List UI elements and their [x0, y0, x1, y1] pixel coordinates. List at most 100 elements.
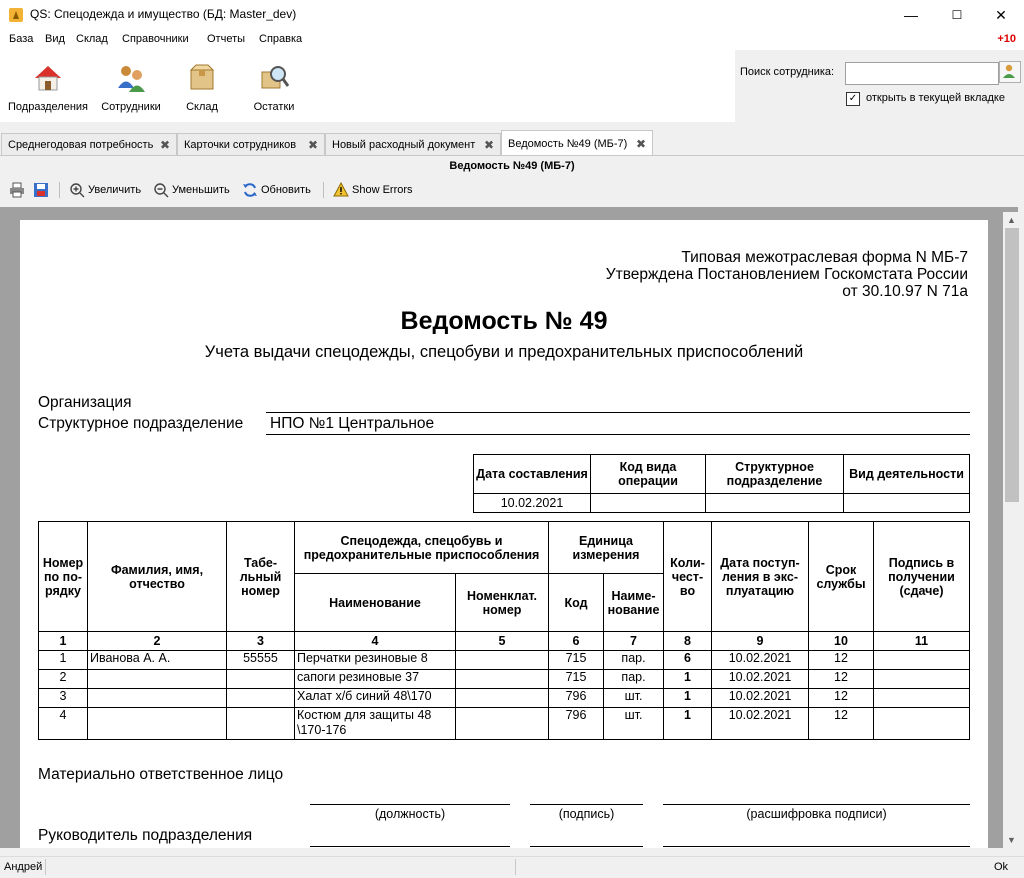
position-caption: (должность): [374, 807, 446, 821]
close-tab-icon[interactable]: ✖: [636, 131, 646, 157]
decode-line: [663, 846, 970, 847]
export-button[interactable]: [33, 181, 52, 199]
info-header-op-code: Код вида операции: [590, 454, 706, 494]
toolbar-separator: [323, 182, 324, 198]
toolbar-stock-label: Остатки: [253, 101, 295, 113]
column-numbers-row: 1 2 3 4 5 6 7 8 9 10 11: [38, 631, 970, 651]
report-viewport[interactable]: Типовая межотраслевая форма N МБ-7 Утвер…: [0, 207, 1018, 848]
cell-tab: [226, 707, 295, 740]
col-number: 11: [873, 631, 970, 651]
col-header-sign: Подпись в получении (сдаче): [873, 521, 970, 632]
open-in-current-tab-checkbox[interactable]: ✓: [846, 92, 860, 106]
table-row: 4 Костюм для защиты 48 \170-176 796 шт. …: [38, 707, 970, 740]
cell-unit: шт.: [603, 707, 664, 740]
toolbar-employees-button[interactable]: Сотрудники: [96, 50, 166, 122]
dept-head-label: Руководитель подразделения: [38, 827, 253, 844]
col-header-nomen: Номенклат. номер: [455, 573, 549, 632]
box-icon: [189, 64, 215, 90]
info-value-activity: [843, 493, 970, 513]
scroll-up-icon[interactable]: ▲: [1007, 215, 1016, 225]
open-in-current-tab-label: открыть в текущей вкладке: [866, 92, 1005, 104]
search-button[interactable]: [999, 61, 1021, 83]
menu-view[interactable]: Вид: [45, 33, 65, 45]
cell-date: 10.02.2021: [711, 669, 809, 689]
toolbar-stock-button[interactable]: Остатки: [244, 50, 304, 122]
col-number: 8: [663, 631, 712, 651]
menu-reports[interactable]: Отчеты: [207, 33, 245, 45]
zoom-out-icon: [154, 183, 169, 198]
refresh-label: Обновить: [261, 184, 311, 196]
col-number: 3: [226, 631, 295, 651]
signature-line: [530, 804, 643, 805]
col-header-unit: Единица измерения: [548, 521, 664, 574]
cell-qty: 6: [663, 650, 712, 670]
tab-annual-demand[interactable]: Среднегодовая потребность ✖: [1, 133, 177, 155]
cell-num: 3: [38, 688, 88, 708]
menu-base[interactable]: База: [9, 33, 33, 45]
menu-directories[interactable]: Справочники: [122, 33, 189, 45]
zoom-out-button[interactable]: Уменьшить: [153, 181, 230, 199]
scroll-down-icon[interactable]: ▼: [1007, 835, 1016, 845]
report-title: Ведомость №49 (МБ-7): [449, 160, 575, 172]
tab-new-expense-doc[interactable]: Новый расходный документ ✖: [325, 133, 501, 155]
info-value-dept: [705, 493, 844, 513]
form-line-1: Типовая межотраслевая форма N МБ-7: [681, 249, 968, 266]
info-header-dept: Структурное подразделение: [705, 454, 844, 494]
print-button[interactable]: [9, 181, 28, 199]
col-number: 5: [455, 631, 549, 651]
menu-warehouse[interactable]: Склад: [76, 33, 108, 45]
cell-tab: [226, 688, 295, 708]
employee-search-input[interactable]: [845, 62, 999, 85]
cell-date: 10.02.2021: [711, 688, 809, 708]
cell-unit: пар.: [603, 650, 664, 670]
decode-caption: (расшифровка подписи): [746, 807, 887, 821]
signature-line: [530, 846, 643, 847]
cell-nomen: [455, 650, 549, 670]
cell-qty: 1: [663, 669, 712, 689]
refresh-button[interactable]: Обновить: [242, 181, 311, 199]
person-search-icon: [1003, 64, 1015, 78]
people-icon: [118, 66, 145, 92]
scrollbar-thumb[interactable]: [1005, 228, 1019, 502]
close-tab-icon[interactable]: ✖: [160, 134, 170, 156]
show-errors-button[interactable]: Show Errors: [333, 181, 413, 199]
cell-tab: 55555: [226, 650, 295, 670]
issue-table: Номер по по-рядку Фамилия, имя, отчество…: [38, 521, 970, 740]
title-bar: QS: Спецодежда и имущество (БД: Master_d…: [0, 0, 1024, 30]
tab-statement-49[interactable]: Ведомость №49 (МБ-7) ✖: [501, 130, 653, 156]
status-state: Ok: [993, 861, 1008, 873]
org-label: Организация: [38, 394, 132, 411]
cell-qty: 1: [663, 707, 712, 740]
cell-fio: [87, 688, 227, 708]
col-header-name: Наименование: [294, 573, 456, 632]
notification-counter[interactable]: +10: [997, 33, 1016, 45]
cell-term: 12: [808, 707, 874, 740]
toolbar-warehouse-button[interactable]: Склад: [172, 50, 232, 122]
zoom-in-button[interactable]: Увеличить: [69, 181, 141, 199]
status-divider: [45, 859, 46, 875]
close-tab-icon[interactable]: ✖: [308, 134, 318, 156]
form-header: Типовая межотраслевая форма N МБ-7 Утвер…: [606, 249, 968, 300]
col-number: 10: [808, 631, 874, 651]
cell-term: 12: [808, 669, 874, 689]
col-number: 6: [548, 631, 604, 651]
cell-unit: пар.: [603, 669, 664, 689]
maximize-button[interactable]: ☐: [934, 0, 980, 30]
save-icon: [34, 183, 48, 197]
close-tab-icon[interactable]: ✖: [484, 134, 494, 156]
refresh-icon: [243, 183, 257, 197]
toolbar-departments-button[interactable]: Подразделения: [4, 50, 92, 122]
house-icon: [35, 66, 61, 91]
magnifier-icon: [261, 66, 290, 89]
close-button[interactable]: ✕: [978, 0, 1024, 30]
dept-value: НПО №1 Центральное: [270, 415, 435, 432]
info-header-activity: Вид деятельности: [843, 454, 970, 494]
cell-num: 1: [38, 650, 88, 670]
minimize-button[interactable]: —: [888, 0, 934, 30]
cell-date: 10.02.2021: [711, 650, 809, 670]
col-header-unit-name: Наиме-нование: [603, 573, 664, 632]
cell-code: 796: [548, 707, 604, 740]
col-header-date: Дата поступ-ления в экс-плуатацию: [711, 521, 809, 632]
menu-help[interactable]: Справка: [259, 33, 302, 45]
tab-employee-cards[interactable]: Карточки сотрудников ✖: [177, 133, 325, 155]
